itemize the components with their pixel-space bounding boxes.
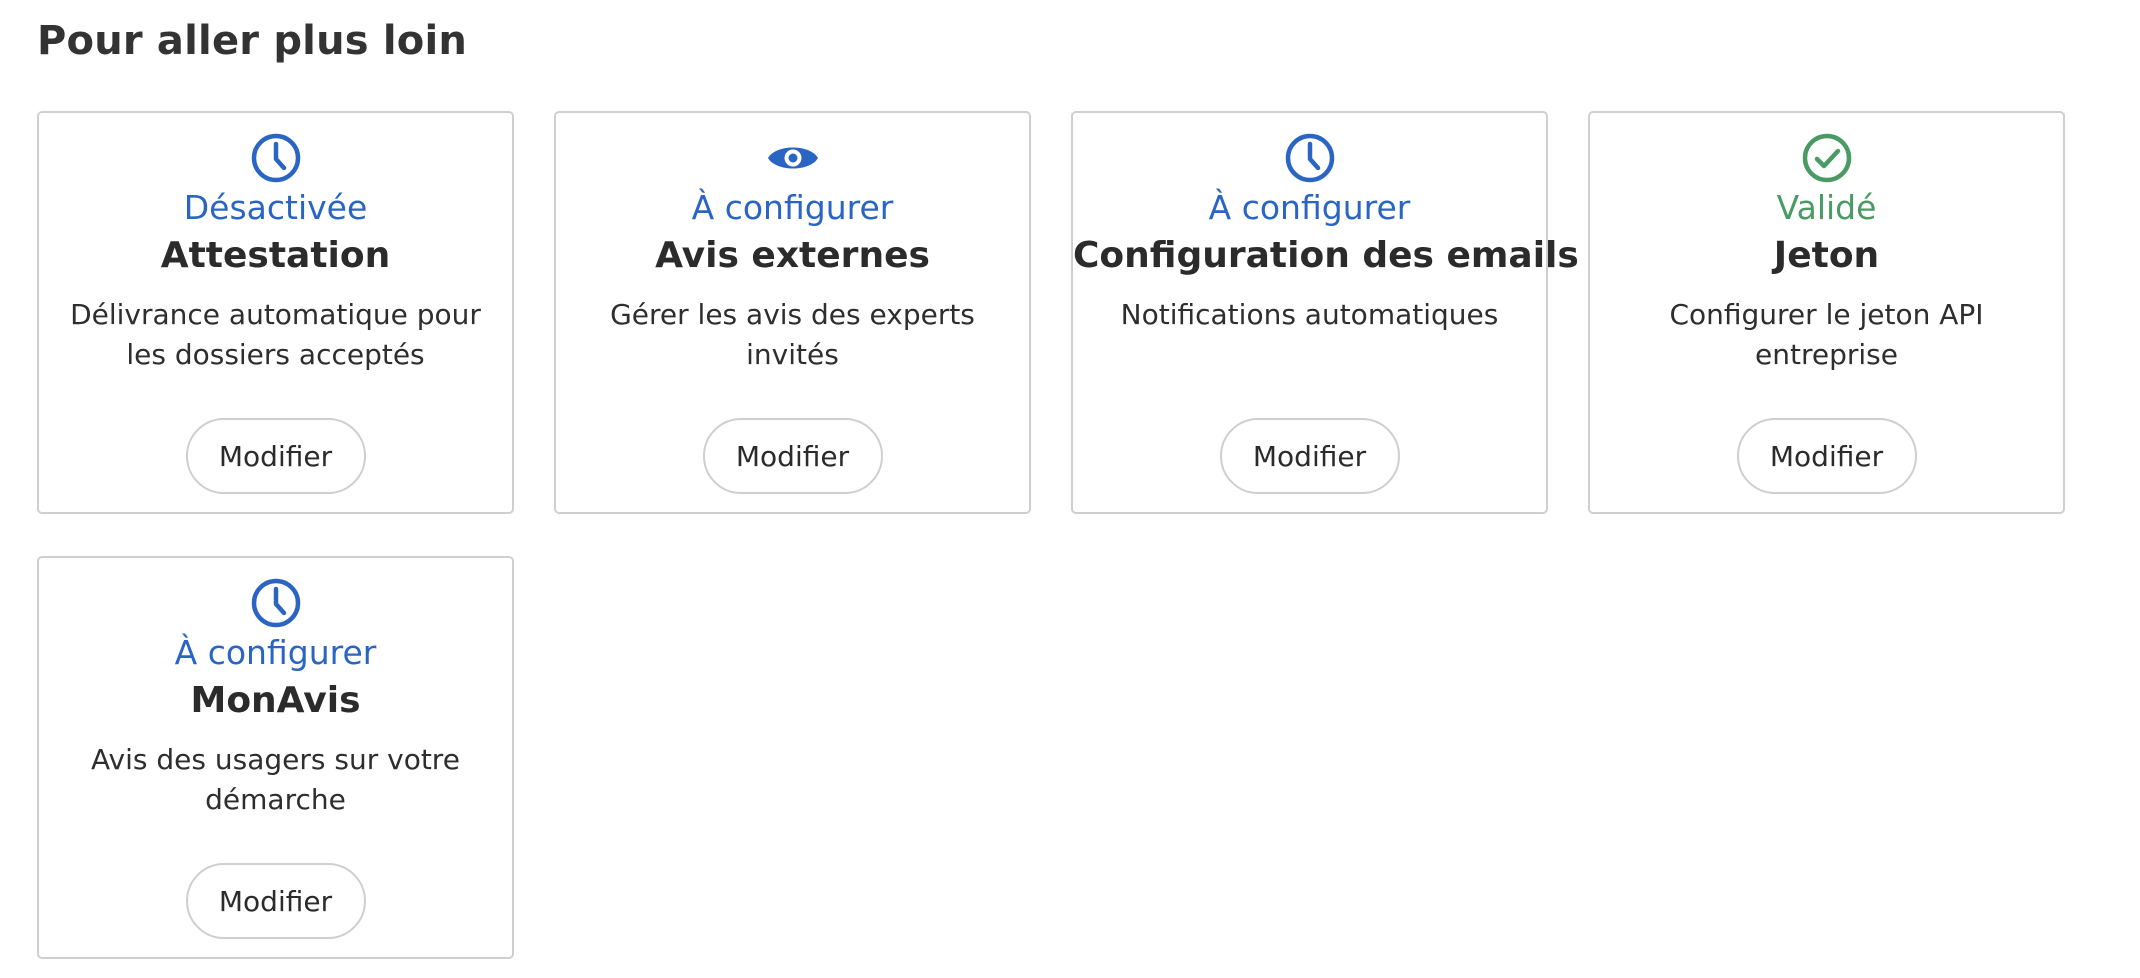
card-avis-externes: À configurer Avis externes Gérer les avi…: [554, 111, 1031, 514]
card-title: Jeton: [1773, 235, 1880, 276]
modify-button[interactable]: Modifier: [702, 418, 883, 494]
card-description: Avis des usagers sur votre démarche: [91, 743, 460, 816]
card-configuration-emails: À configurer Configuration des emails No…: [1071, 111, 1579, 514]
card-title: MonAvis: [190, 680, 361, 721]
card-description: Notifications automatiques: [1120, 298, 1499, 331]
card-monavis: À configurer MonAvis Avis des usagers su…: [37, 556, 514, 959]
modify-button[interactable]: Modifier: [1219, 418, 1400, 494]
card-jeton: Validé Jeton Configurer le jeton API ent…: [1588, 111, 2065, 514]
card-title: Configuration des emails: [1073, 235, 1579, 276]
modify-button[interactable]: Modifier: [1736, 418, 1917, 494]
clock-icon: [1285, 133, 1334, 183]
page-title: Pour aller plus loin: [37, 18, 468, 64]
check-circle-icon: [1802, 133, 1851, 183]
card-description: Délivrance automatique pour les dossiers…: [70, 298, 481, 371]
eye-icon: [767, 147, 818, 169]
cards-grid: Désactivée Attestation Délivrance automa…: [37, 111, 2065, 959]
modify-button[interactable]: Modifier: [185, 418, 366, 494]
clock-icon: [251, 578, 300, 628]
card-description: Configurer le jeton API entreprise: [1669, 298, 1984, 371]
card-title: Avis externes: [655, 235, 930, 276]
card-description: Gérer les avis des experts invités: [610, 298, 975, 371]
status-badge: À configurer: [174, 633, 377, 672]
status-badge: À configurer: [1208, 188, 1411, 227]
clock-icon: [251, 133, 300, 183]
modify-button[interactable]: Modifier: [185, 863, 366, 939]
status-badge: Désactivée: [183, 188, 368, 227]
card-attestation: Désactivée Attestation Délivrance automa…: [37, 111, 514, 514]
status-badge: À configurer: [691, 188, 894, 227]
card-title: Attestation: [160, 235, 391, 276]
status-badge: Validé: [1776, 188, 1877, 227]
